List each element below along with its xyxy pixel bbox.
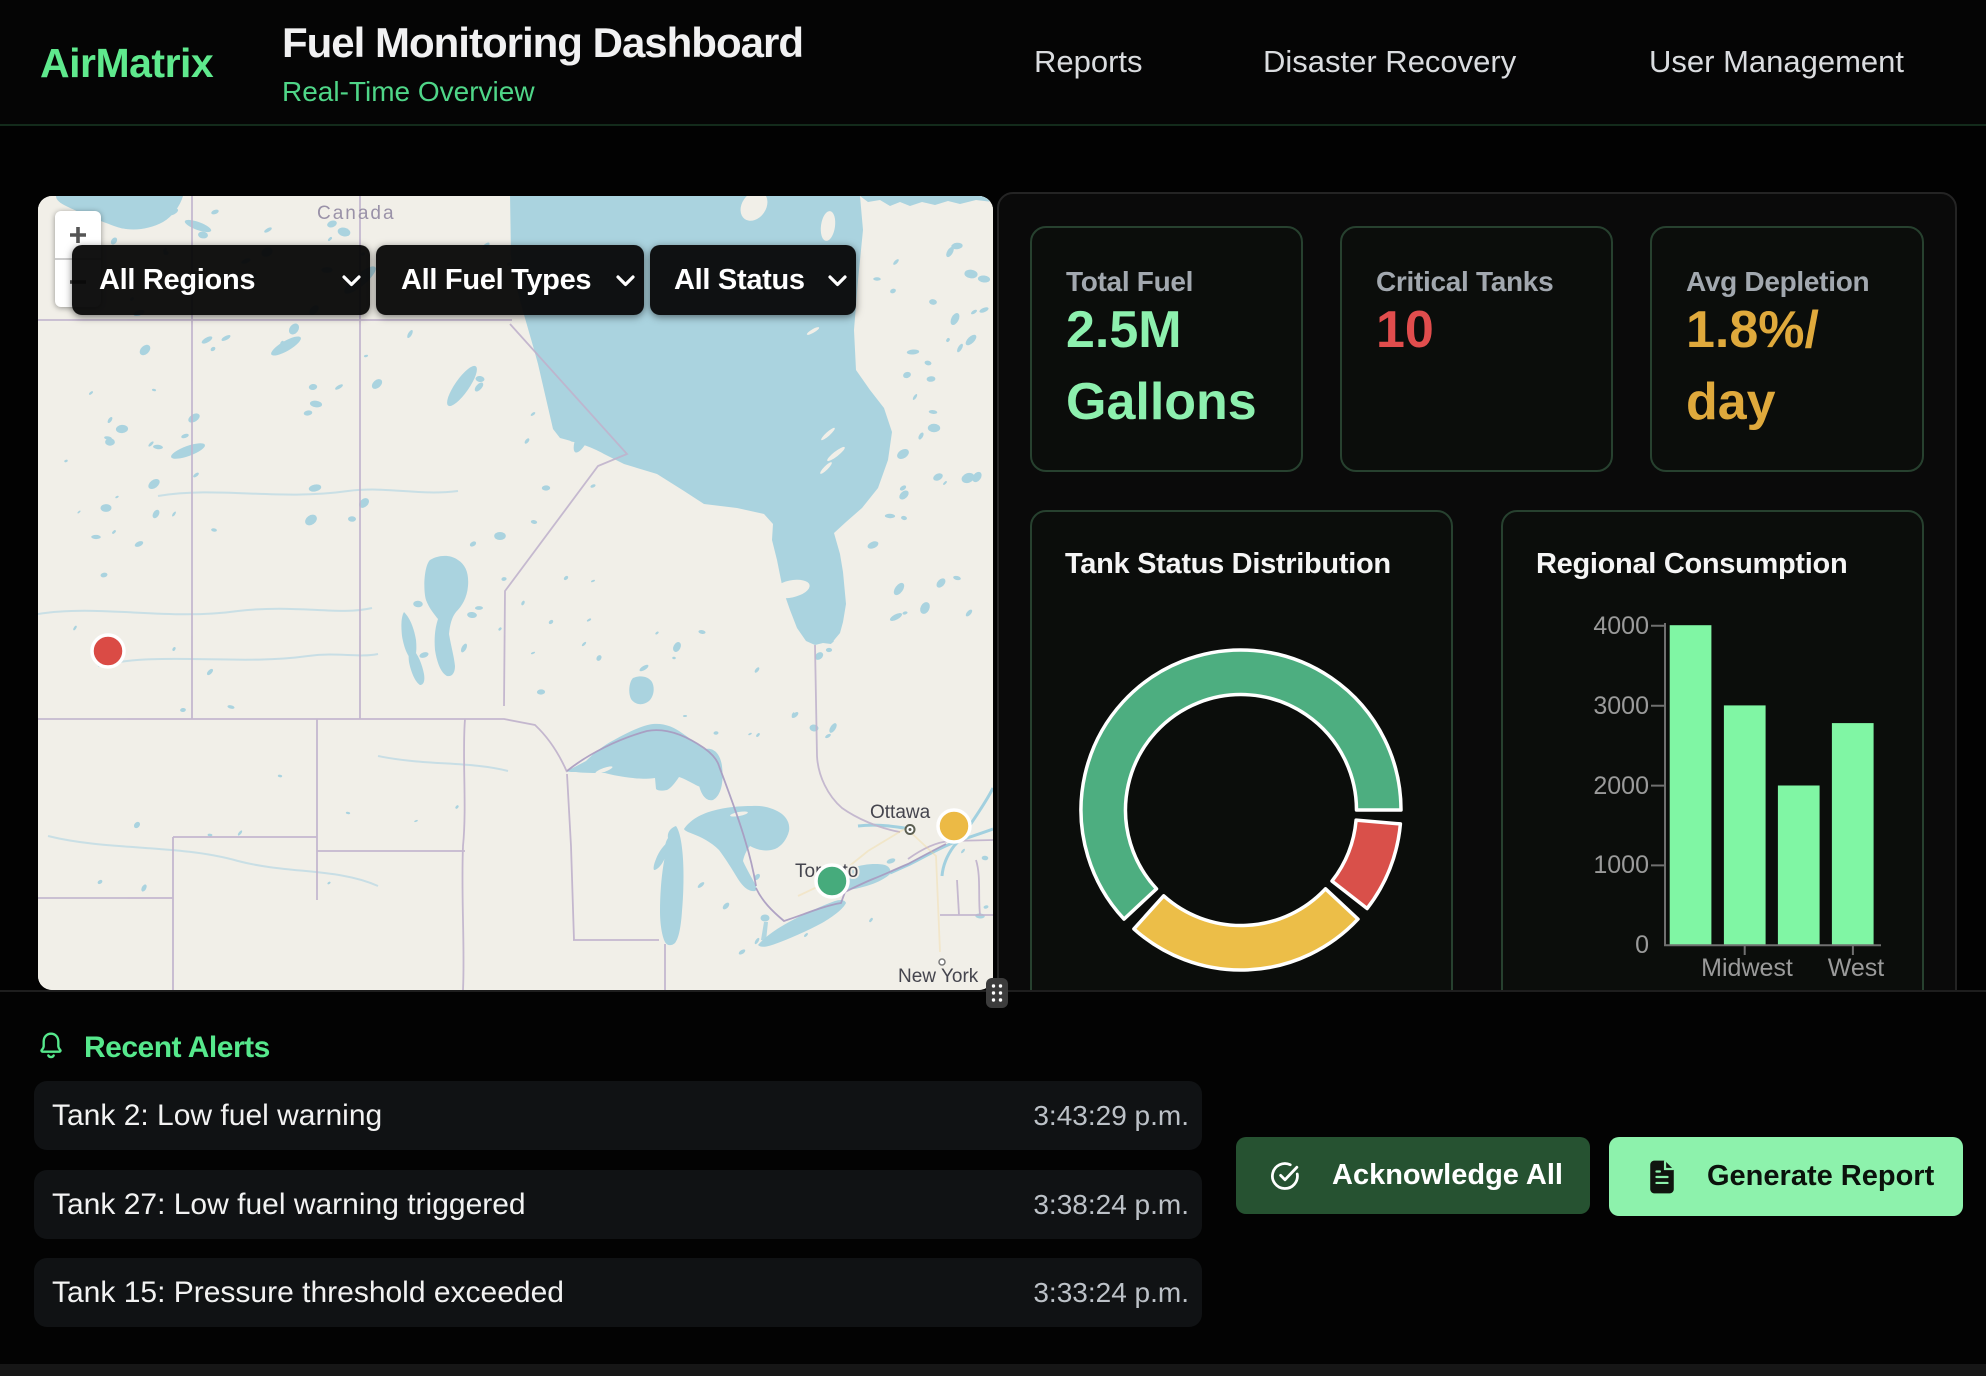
svg-text:West: West <box>1828 954 1885 982</box>
svg-text:1000: 1000 <box>1593 851 1649 879</box>
svg-text:3000: 3000 <box>1593 692 1649 720</box>
svg-text:0: 0 <box>1635 931 1649 959</box>
svg-text:Midwest: Midwest <box>1701 954 1793 982</box>
svg-text:4000: 4000 <box>1593 612 1649 640</box>
svg-text:2000: 2000 <box>1593 772 1649 800</box>
